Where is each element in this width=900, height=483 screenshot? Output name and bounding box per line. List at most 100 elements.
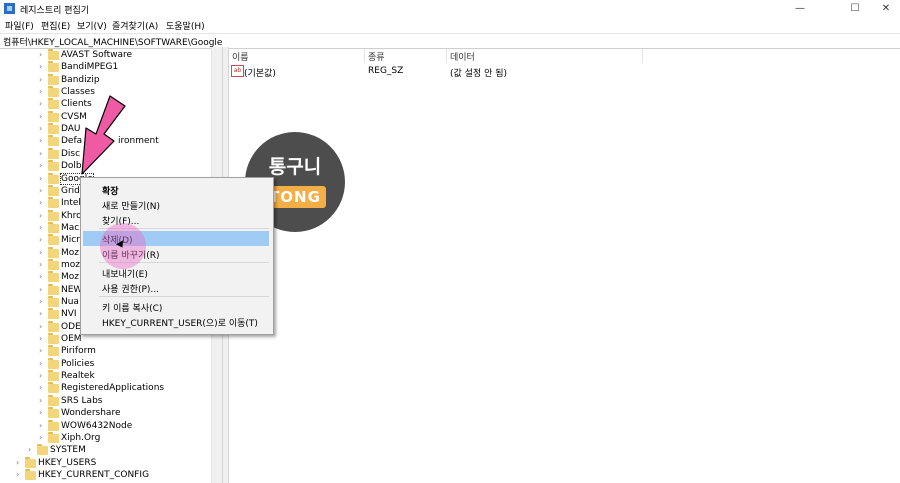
menu-bar: 파일(F) 편집(E) 보기(V) 즐겨찾기(A) 도움말(H) (0, 17, 900, 33)
chevron-right-icon[interactable]: › (39, 112, 42, 121)
folder-icon (48, 308, 59, 320)
menu-file[interactable]: 파일(F) (5, 19, 34, 32)
menu-edit[interactable]: 편집(E) (41, 19, 70, 32)
chevron-right-icon[interactable]: › (39, 371, 42, 380)
chevron-right-icon[interactable]: › (39, 421, 42, 430)
folder-icon (48, 357, 59, 369)
tree-item[interactable]: › BandiMPEG1 (0, 61, 200, 74)
tree-item[interactable]: › Wondershare (0, 407, 200, 420)
folder-icon (48, 86, 59, 98)
chevron-right-icon[interactable]: › (39, 346, 42, 355)
tree-item-label: Intel (61, 198, 81, 209)
tree-item[interactable]: › Xiph.Org (0, 431, 200, 445)
menu-view[interactable]: 보기(V) (77, 19, 107, 32)
chevron-right-icon[interactable]: › (39, 359, 42, 368)
value-row[interactable]: ab (기본값) REG_SZ (값 설정 안 됨) (228, 65, 900, 79)
tree-item[interactable]: › Piriform (0, 345, 200, 358)
context-menu-item[interactable]: 새로 만들기(N) (83, 197, 269, 212)
tree-item-label: SRS Labs (61, 395, 103, 406)
chevron-right-icon[interactable]: › (39, 248, 42, 257)
tree-item[interactable]: › OEM (0, 333, 200, 346)
folder-icon (48, 73, 59, 85)
column-divider[interactable] (642, 49, 643, 63)
folder-icon (48, 221, 59, 233)
chevron-right-icon[interactable]: › (39, 334, 42, 343)
chevron-right-icon[interactable]: › (39, 136, 42, 145)
folder-icon (48, 246, 59, 258)
tree-root-item[interactable]: › HKEY_CURRENT_CONFIG (0, 468, 200, 482)
column-header-type[interactable]: 종류 (368, 50, 385, 63)
context-menu-item[interactable]: HKEY_CURRENT_USER(으)로 이동(T) (83, 314, 269, 329)
chevron-right-icon[interactable]: › (39, 309, 42, 318)
column-divider[interactable] (446, 49, 447, 63)
context-menu-label: HKEY_CURRENT_USER(으)로 이동(T) (102, 319, 258, 329)
tree-item[interactable]: › WOW6432Node (0, 419, 200, 433)
folder-icon (25, 456, 36, 468)
context-menu-item[interactable]: 사용 권한(P)... (83, 280, 269, 295)
context-menu-label: 키 이름 복사(C) (102, 304, 163, 314)
minimize-button[interactable]: — (786, 0, 814, 17)
chevron-right-icon[interactable]: › (39, 75, 42, 84)
values-list[interactable]: 이름 종류 데이터 ab (기본값) REG_SZ (값 설정 안 됨) (228, 47, 900, 483)
menu-favorites[interactable]: 즐겨찾기(A) (112, 19, 158, 32)
tree-item-label: NVI (61, 309, 77, 320)
context-menu-item[interactable]: 키 이름 복사(C) (83, 299, 269, 314)
chevron-right-icon[interactable]: › (39, 186, 42, 195)
maximize-button[interactable]: ☐ (841, 0, 869, 17)
chevron-right-icon[interactable]: › (39, 174, 42, 183)
chevron-right-icon[interactable]: › (39, 211, 42, 220)
folder-icon (48, 333, 59, 345)
tree-item[interactable]: › RegisteredApplications (0, 382, 200, 395)
chevron-right-icon[interactable]: › (39, 87, 42, 96)
chevron-right-icon[interactable]: › (39, 62, 42, 71)
tree-item[interactable]: › Realtek (0, 370, 200, 383)
tree-item-label: Grid (61, 185, 80, 196)
tree-item[interactable]: › Bandizip (0, 73, 200, 87)
chevron-right-icon[interactable]: › (39, 149, 42, 158)
chevron-right-icon[interactable]: › (39, 223, 42, 232)
folder-icon (48, 320, 59, 332)
folder-icon (48, 283, 59, 295)
column-header-data[interactable]: 데이터 (450, 50, 475, 63)
folder-icon (48, 370, 59, 382)
context-menu-item[interactable]: 찾기(F)... (83, 212, 269, 227)
tree-root-item[interactable]: › HKEY_USERS (0, 456, 200, 470)
chevron-right-icon[interactable]: › (39, 124, 42, 133)
context-menu-item[interactable]: 확장 (83, 182, 269, 197)
tree-item-label: Bandizip (61, 74, 100, 85)
menu-help[interactable]: 도움말(H) (166, 19, 205, 32)
chevron-right-icon[interactable]: › (39, 99, 42, 108)
chevron-right-icon[interactable]: › (39, 383, 42, 392)
context-menu-label: 사용 권한(P)... (102, 285, 160, 295)
folder-icon (48, 345, 59, 357)
tree-root-item[interactable]: › SYSTEM (0, 444, 200, 457)
folder-icon (48, 135, 59, 147)
column-header-name[interactable]: 이름 (232, 50, 249, 63)
chevron-right-icon[interactable]: › (39, 161, 42, 170)
chevron-right-icon[interactable]: › (39, 235, 42, 244)
folder-icon (25, 468, 36, 480)
chevron-right-icon[interactable]: › (39, 408, 42, 417)
chevron-right-icon[interactable]: › (39, 198, 42, 207)
context-menu-item[interactable]: 내보내기(E) (83, 265, 269, 280)
value-name: (기본값) (244, 69, 276, 79)
chevron-right-icon[interactable]: › (39, 433, 42, 442)
tree-item[interactable]: › Policies (0, 357, 200, 371)
chevron-right-icon[interactable]: › (39, 297, 42, 306)
chevron-right-icon[interactable]: › (16, 470, 19, 479)
column-divider[interactable] (364, 49, 365, 63)
folder-icon (48, 258, 59, 270)
pink-arrow-icon (81, 95, 126, 175)
chevron-right-icon[interactable]: › (39, 285, 42, 294)
chevron-right-icon[interactable]: › (39, 50, 42, 59)
chevron-right-icon[interactable]: › (16, 458, 19, 467)
chevron-right-icon[interactable]: › (39, 322, 42, 331)
close-button[interactable]: ✕ (872, 0, 900, 17)
regedit-app-icon (4, 3, 15, 14)
tree-item[interactable]: › AVAST Software (0, 49, 200, 62)
chevron-right-icon[interactable]: › (39, 260, 42, 269)
chevron-right-icon[interactable]: › (39, 396, 42, 405)
chevron-right-icon[interactable]: › (39, 272, 42, 281)
tree-item[interactable]: › SRS Labs (0, 394, 200, 408)
chevron-right-icon[interactable]: › (28, 445, 31, 454)
